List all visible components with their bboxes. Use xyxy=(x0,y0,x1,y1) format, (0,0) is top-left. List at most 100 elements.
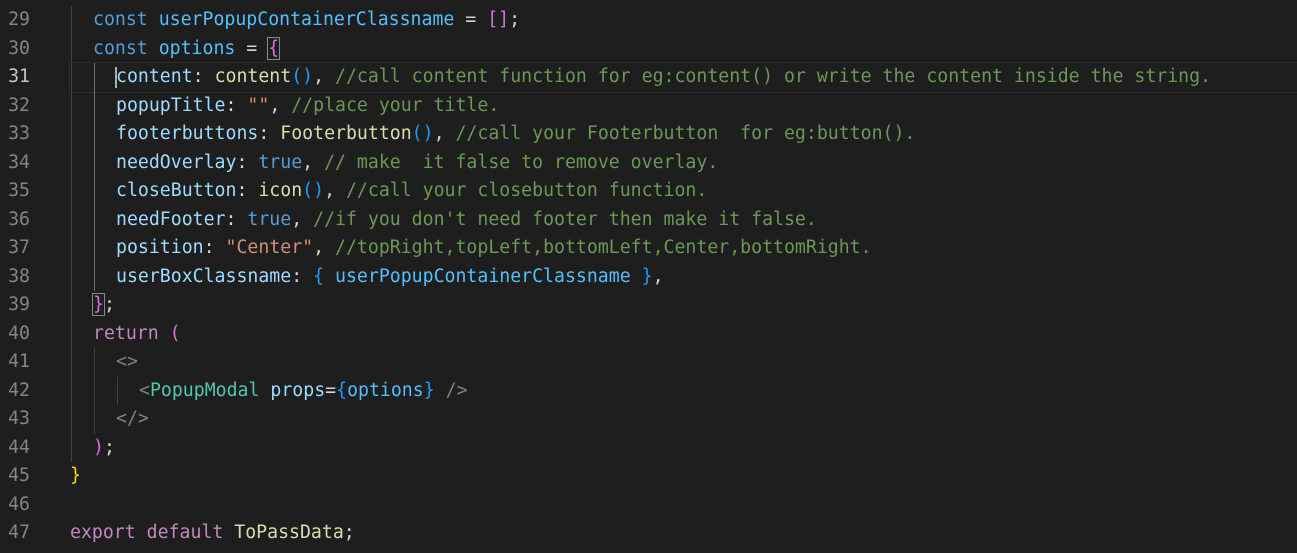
code-line[interactable]: 38 userBoxClassname: { userPopupContainer… xyxy=(0,262,1297,291)
code-token: Footerbutton xyxy=(280,123,412,144)
line-number: 32 xyxy=(8,94,30,116)
code-token: : xyxy=(258,123,281,144)
code-text-area[interactable]: needOverlay: true, // make it false to r… xyxy=(70,148,1297,178)
code-line[interactable]: 35 closeButton: icon(), //call your close… xyxy=(0,177,1297,206)
code-line[interactable]: 46 xyxy=(0,491,1297,520)
line-number: 46 xyxy=(8,493,30,515)
code-text-area[interactable]: const userPopupContainerClassname = []; xyxy=(70,6,1297,35)
code-token: content xyxy=(214,66,292,87)
code-line[interactable]: 34 needOverlay: true, // make it false to… xyxy=(0,148,1297,178)
code-line[interactable]: 32 popupTitle: "", //place your title. xyxy=(0,91,1297,121)
code-line[interactable]: 29 const userPopupContainerClassname = []… xyxy=(0,6,1297,35)
code-token: //topRight,topLeft,bottomLeft,Center,bot… xyxy=(335,237,872,258)
line-number: 47 xyxy=(8,522,30,543)
code-tokens: ); xyxy=(93,434,115,463)
line-number: 30 xyxy=(8,37,30,59)
code-token: [] xyxy=(487,9,510,30)
line-number: 43 xyxy=(8,408,30,429)
code-line[interactable]: 40 return ( xyxy=(0,319,1297,349)
code-tokens: </> xyxy=(116,405,149,434)
indent-guide xyxy=(71,34,72,63)
code-text-area[interactable]: closeButton: icon(), //call your closebu… xyxy=(70,177,1297,206)
code-token: : xyxy=(236,151,259,173)
indent-guide xyxy=(94,376,95,405)
code-token: : xyxy=(236,180,259,201)
code-token: , xyxy=(269,94,292,116)
indent-guide xyxy=(94,148,95,177)
code-line[interactable]: 36 needFooter: true, //if you don't need … xyxy=(0,205,1297,234)
indent-guide xyxy=(71,319,72,348)
code-token: props xyxy=(270,379,326,401)
code-line[interactable]: 44); xyxy=(0,433,1297,463)
indent-guide xyxy=(94,120,95,149)
code-token: //call your closebutton function. xyxy=(345,180,708,201)
code-line[interactable]: 41 <> xyxy=(0,348,1297,377)
code-token: default xyxy=(146,522,224,543)
matched-bracket: { xyxy=(267,36,281,60)
code-token: = xyxy=(454,9,488,30)
indent-guide xyxy=(94,348,95,377)
code-line[interactable]: 47 export default ToPassData; xyxy=(0,519,1297,548)
code-line[interactable]: 37 position: "Center", //topRight,topLeft… xyxy=(0,234,1297,263)
code-token: () xyxy=(291,66,314,87)
code-editor[interactable]: 29 const userPopupContainerClassname = []… xyxy=(0,0,1297,553)
code-text-area[interactable]: userBoxClassname: { userPopupContainerCl… xyxy=(70,262,1297,291)
code-line[interactable]: 45} xyxy=(0,462,1297,491)
code-token: const xyxy=(93,9,148,30)
indent-guide xyxy=(71,234,72,263)
line-number: 45 xyxy=(8,465,30,486)
line-number: 44 xyxy=(8,436,30,458)
line-number: 29 xyxy=(8,9,30,30)
code-token: () xyxy=(302,180,325,201)
code-text-area[interactable]: <PopupModal props={options} /> xyxy=(70,376,1297,406)
code-text-area[interactable]: popupTitle: "", //place your title. xyxy=(70,91,1297,121)
code-line[interactable]: 30 const options = { xyxy=(0,34,1297,63)
code-line[interactable]: 33 footerbuttons: Footerbutton(), //call … xyxy=(0,120,1297,149)
code-text-area[interactable]: }; xyxy=(70,291,1297,320)
code-token: //call your Footerbutton for eg:button()… xyxy=(455,123,916,144)
code-token: PopupModal xyxy=(149,379,260,401)
indent-guide xyxy=(94,205,95,234)
code-line[interactable]: 31 content: content(), //call content fun… xyxy=(0,62,1297,93)
code-text-area[interactable]: <> xyxy=(70,348,1297,377)
code-token: ( xyxy=(169,322,181,344)
code-text-area[interactable]: const options = { xyxy=(70,34,1297,63)
code-tokens: return ( xyxy=(93,320,181,349)
code-text-area[interactable]: } xyxy=(70,462,1297,491)
indent-guide xyxy=(71,63,72,92)
code-text-area[interactable]: footerbuttons: Footerbutton(), //call yo… xyxy=(70,120,1297,149)
code-token: ; xyxy=(509,9,521,30)
code-text-area[interactable] xyxy=(70,491,1297,520)
code-text-area[interactable]: needFooter: true, //if you don't need fo… xyxy=(70,205,1297,234)
code-token: needOverlay xyxy=(116,151,237,173)
code-token: ; xyxy=(103,436,115,458)
code-tokens: closeButton: icon(), //call your closebu… xyxy=(116,177,707,206)
code-token: , xyxy=(324,180,346,201)
code-line[interactable]: 42 <PopupModal props={options} /> xyxy=(0,376,1297,406)
code-token: : xyxy=(203,237,226,258)
code-text-area[interactable]: position: "Center", //topRight,topLeft,b… xyxy=(70,234,1297,263)
code-token: closeButton xyxy=(116,180,237,201)
code-token: return xyxy=(93,322,159,344)
code-tokens: popupTitle: "", //place your title. xyxy=(116,92,499,121)
code-line[interactable]: 43 </> xyxy=(0,405,1297,434)
code-token: </> xyxy=(116,408,149,429)
code-tokens: export default ToPassData; xyxy=(70,519,355,548)
matched-bracket: } xyxy=(92,293,105,316)
line-number: 39 xyxy=(8,294,30,315)
code-text-area[interactable]: content: content(), //call content funct… xyxy=(69,62,1297,93)
code-text-area[interactable]: </> xyxy=(70,405,1297,434)
line-number: 42 xyxy=(8,379,30,401)
code-tokens: <PopupModal props={options} /> xyxy=(139,377,468,406)
code-tokens: needOverlay: true, // make it false to r… xyxy=(116,149,718,178)
code-line[interactable]: 39}; xyxy=(0,291,1297,320)
code-text-area[interactable]: export default ToPassData; xyxy=(70,519,1297,548)
code-text-area[interactable]: return ( xyxy=(70,319,1297,349)
code-text-area[interactable]: ); xyxy=(70,433,1297,463)
code-tokens: <> xyxy=(116,348,138,377)
indent-guide xyxy=(71,376,72,405)
code-token: { xyxy=(336,379,348,401)
code-token: footerbuttons xyxy=(116,123,259,144)
